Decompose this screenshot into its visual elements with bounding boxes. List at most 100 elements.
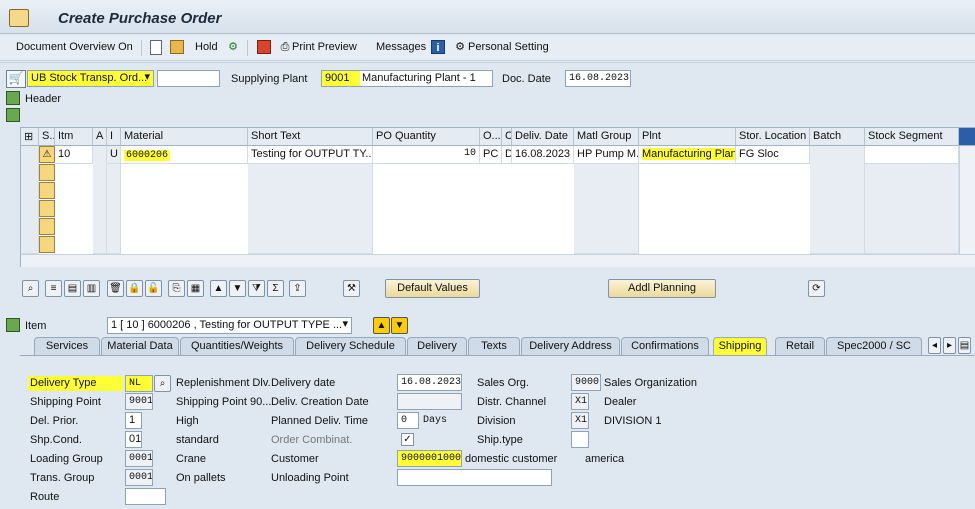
trans-group-field[interactable]: 0001 — [125, 469, 153, 486]
column-header-plant[interactable]: Plnt — [639, 128, 736, 146]
delete-icon[interactable] — [257, 40, 271, 54]
row-selector[interactable] — [39, 164, 55, 181]
tab-delivery-address[interactable]: Delivery Address — [521, 337, 620, 355]
hold-button[interactable]: Hold — [195, 41, 218, 53]
check-icon[interactable]: ⚙ — [226, 40, 240, 54]
cell-stock-segment[interactable] — [865, 146, 959, 164]
select-all-icon[interactable]: ▤ — [64, 280, 81, 297]
ship-type-field[interactable] — [571, 431, 589, 448]
expand-header-icon[interactable] — [6, 91, 20, 105]
document-type-select[interactable]: UB Stock Transp. Ord... ▾ — [27, 70, 154, 87]
shipping-point-field[interactable]: 9001 — [125, 393, 153, 410]
column-header-short-text[interactable]: Short Text — [248, 128, 373, 146]
planned-deliv-time-field[interactable]: 0 — [397, 412, 419, 429]
column-header-c[interactable]: C — [502, 128, 512, 146]
planning-icon[interactable]: ⚒ — [343, 280, 360, 297]
grid-config-icon[interactable]: ⊞ — [21, 128, 39, 146]
print-preview-icon[interactable]: ⎙ — [278, 40, 292, 54]
column-header-stock-segment[interactable]: Stock Segment — [865, 128, 959, 146]
insert-row-icon[interactable]: ▦ — [187, 280, 204, 297]
copy-icon[interactable]: ⎘ — [168, 280, 185, 297]
cell-c[interactable]: D — [502, 146, 512, 164]
del-prior-field[interactable]: 1 — [125, 412, 142, 429]
unlock-icon[interactable]: 🔓 — [145, 280, 162, 297]
expand-items-icon[interactable] — [6, 108, 20, 122]
customer-field[interactable]: 9000001000 — [397, 450, 462, 467]
shp-cond-field[interactable]: 01 — [125, 431, 142, 448]
cell-batch[interactable] — [810, 146, 865, 254]
column-header-i[interactable]: I — [107, 128, 121, 146]
personal-setting-button[interactable]: Personal Setting — [468, 41, 549, 53]
supplying-plant-field[interactable]: 9001 Manufacturing Plant - 1 — [321, 70, 493, 87]
cell-i[interactable]: U — [107, 146, 121, 164]
row-selector[interactable] — [39, 218, 55, 235]
row-selector[interactable] — [39, 200, 55, 217]
collapse-item-icon[interactable] — [6, 318, 20, 332]
column-header-status[interactable]: S.. — [39, 128, 55, 146]
column-header-batch[interactable]: Batch — [810, 128, 865, 146]
tab-list-icon[interactable]: ▤ — [958, 337, 971, 354]
print-preview-button[interactable]: Print Preview — [292, 41, 357, 53]
column-header-unit[interactable]: O... — [480, 128, 502, 146]
tab-shipping[interactable]: Shipping — [713, 337, 767, 355]
cell-deliv-date[interactable]: 16.08.2023 — [512, 146, 574, 164]
cart-icon[interactable]: 🛒 — [6, 70, 26, 88]
cell-short-text[interactable]: Testing for OUTPUT TY... — [248, 146, 373, 164]
personal-setting-icon[interactable]: ⚙ — [453, 40, 467, 54]
item-selector-dropdown[interactable]: 1 [ 10 ] 6000206 , Testing for OUTPUT TY… — [107, 317, 352, 334]
tab-material-data[interactable]: Material Data — [101, 337, 179, 355]
sort-descending-icon[interactable]: ▼ — [229, 280, 246, 297]
deliv-creation-date-field[interactable] — [397, 393, 462, 410]
info-icon[interactable]: i — [431, 40, 445, 54]
cell-a[interactable] — [93, 146, 107, 254]
order-combinat-checkbox[interactable]: ✓ — [401, 433, 414, 446]
scroll-tabs-right-icon[interactable]: ▸ — [943, 337, 956, 354]
document-number-field[interactable] — [157, 70, 220, 87]
horizontal-scrollbar[interactable] — [21, 254, 975, 267]
tab-confirmations[interactable]: Confirmations — [621, 337, 709, 355]
delivery-type-field[interactable]: NL — [125, 375, 153, 392]
row-selector[interactable] — [39, 236, 55, 253]
default-values-button[interactable]: Default Values — [385, 279, 480, 298]
column-header-item[interactable]: Itm — [55, 128, 93, 146]
cell-item[interactable]: 10 — [55, 146, 93, 164]
tab-texts[interactable]: Texts — [468, 337, 520, 355]
division-field[interactable]: X1 — [571, 412, 589, 429]
row-selector[interactable]: ⚠ — [39, 146, 55, 163]
sales-org-field[interactable]: 9000 — [571, 374, 601, 391]
column-header-stor-location[interactable]: Stor. Location — [736, 128, 810, 146]
doc-date-field[interactable]: 16.08.2023 — [565, 70, 631, 87]
app-menu-icon[interactable] — [9, 9, 29, 27]
cell-stor-location[interactable]: FG Sloc — [736, 146, 810, 164]
column-header-deliv-date[interactable]: Deliv. Date — [512, 128, 574, 146]
sort-ascending-icon[interactable]: ▲ — [210, 280, 227, 297]
column-settings-icon[interactable] — [959, 128, 975, 146]
deselect-icon[interactable]: ▥ — [83, 280, 100, 297]
previous-item-button[interactable]: ▲ — [373, 317, 390, 334]
distr-channel-field[interactable]: X1 — [571, 393, 589, 410]
addl-planning-button[interactable]: Addl Planning — [608, 279, 716, 298]
messages-button[interactable]: Messages — [376, 41, 426, 53]
row-selector[interactable] — [39, 182, 55, 199]
cell-unit[interactable]: PC — [480, 146, 502, 164]
cell-po-quantity[interactable]: 10 — [373, 146, 480, 164]
cell-matl-group[interactable]: HP Pump M... — [574, 146, 639, 164]
vertical-scrollbar[interactable] — [959, 146, 975, 254]
export-icon[interactable]: ⇪ — [289, 280, 306, 297]
tab-delivery[interactable]: Delivery — [407, 337, 467, 355]
route-field[interactable] — [125, 488, 166, 505]
sum-icon[interactable]: Σ — [267, 280, 284, 297]
tab-delivery-schedule[interactable]: Delivery Schedule — [295, 337, 406, 355]
delivery-date-field[interactable]: 16.08.2023 — [397, 374, 462, 391]
tab-quantities-weights[interactable]: Quantities/Weights — [180, 337, 294, 355]
tab-spec2000[interactable]: Spec2000 / SC — [826, 337, 922, 355]
unloading-point-field[interactable] — [397, 469, 552, 486]
search-icon[interactable]: ⌕ — [22, 280, 39, 297]
lock-icon[interactable]: 🔒 — [126, 280, 143, 297]
search-help-icon[interactable]: ⌕ — [154, 375, 171, 392]
next-item-button[interactable]: ▼ — [391, 317, 408, 334]
document-overview-button[interactable]: Document Overview On — [16, 41, 133, 53]
filter-icon[interactable]: ⧩ — [248, 280, 265, 297]
column-header-a[interactable]: A — [93, 128, 107, 146]
scroll-tabs-left-icon[interactable]: ◂ — [928, 337, 941, 354]
